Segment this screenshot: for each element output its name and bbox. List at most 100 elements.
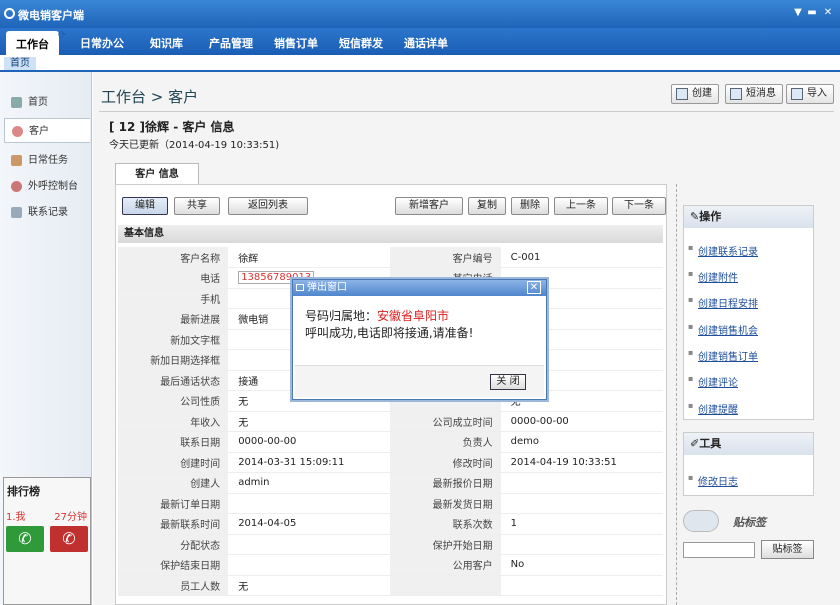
field-value: admin — [228, 472, 391, 494]
link-create-reminder[interactable]: 创建提醒 — [688, 401, 738, 416]
menu-daily-office[interactable]: 日常办公 — [80, 35, 124, 51]
field-label: 员工人数 — [118, 575, 229, 596]
link-create-sales-order[interactable]: 创建销售订单 — [688, 348, 758, 363]
field-value — [228, 493, 391, 514]
next-button[interactable]: 下一条 — [612, 197, 666, 215]
field-label: 电话 — [118, 267, 229, 289]
page-title: 工作台 > 客户 — [101, 88, 199, 106]
tag-input[interactable] — [683, 542, 755, 558]
sidebar-item-home[interactable]: 首页 — [4, 90, 90, 115]
wrench-icon: ✐ — [690, 437, 700, 450]
menu-products[interactable]: 产品管理 — [209, 35, 253, 51]
popup-title: 弹出窗口 — [307, 282, 347, 293]
user-icon — [12, 126, 23, 137]
operations-title: ✎操作 — [684, 206, 813, 228]
field-value — [228, 554, 391, 576]
main-menu: 工作台 日常办公 知识库 产品管理 销售订单 短信群发 通话详单 — [0, 28, 840, 55]
link-create-comment[interactable]: 创建评论 — [688, 374, 738, 389]
app-logo-icon — [4, 8, 15, 19]
import-button[interactable]: 导入 — [786, 84, 834, 104]
field-label: 保护开始日期 — [390, 534, 501, 555]
menu-sms[interactable]: 短信群发 — [339, 35, 383, 51]
create-icon — [676, 88, 688, 100]
close-icon[interactable]: ✕ — [822, 7, 834, 19]
sidebar-item-label: 首页 — [28, 97, 48, 108]
field-value: demo — [500, 431, 663, 453]
field-value: 2014-04-05 — [228, 513, 391, 535]
field-value: 徐辉 — [228, 247, 391, 268]
sticky-button[interactable]: 贴标签 — [761, 540, 814, 559]
location-label: 号码归属地： — [305, 309, 378, 323]
field-value — [500, 472, 663, 494]
tab-home[interactable]: 首页 — [4, 57, 36, 70]
back-to-list-button[interactable]: 返回列表 — [228, 197, 308, 215]
operations-title-text: 操作 — [699, 210, 722, 223]
link-create-contact-record[interactable]: 创建联系记录 — [688, 243, 758, 258]
minimize-icon[interactable]: ▬ — [806, 7, 818, 19]
sidebar-item-contact-records[interactable]: 联系记录 — [4, 200, 90, 225]
dropdown-icon[interactable]: ▼ — [792, 7, 804, 19]
create-button[interactable]: 创建 — [671, 84, 719, 104]
leaderboard: 排行榜 1.我 27分钟 ✆ ✆ — [3, 477, 91, 605]
user-icon — [11, 181, 22, 192]
field-label: 年收入 — [118, 411, 229, 432]
link-change-log[interactable]: 修改日志 — [688, 473, 738, 488]
tools-box: ✐工具 修改日志 — [683, 432, 814, 496]
field-value: 2014-04-19 10:33:51 — [500, 452, 663, 473]
field-label: 最新进展 — [118, 308, 229, 330]
refresh-icon[interactable]: ⟳ — [58, 30, 66, 41]
link-create-attachment[interactable]: 创建附件 — [688, 269, 738, 284]
sidebar-item-label: 客户 — [29, 126, 49, 137]
location-line: 号码归属地：安徽省阜阳市 — [305, 308, 473, 325]
field-label: 客户名称 — [118, 247, 229, 268]
sms-button[interactable]: 短消息 — [725, 84, 783, 104]
field-label: 修改时间 — [390, 452, 501, 473]
cloud-icon — [683, 510, 719, 532]
import-label: 导入 — [807, 88, 827, 99]
popup-close-icon[interactable]: ✕ — [527, 281, 541, 294]
link-create-opportunity[interactable]: 创建销售机会 — [688, 322, 758, 337]
popup-message: 号码归属地：安徽省阜阳市 呼叫成功,电话即将接通,请准备! — [305, 308, 473, 342]
popup-close-button[interactable]: 关 闭 — [490, 374, 526, 390]
popup-window: 弹出窗口 ✕ 号码归属地：安徽省阜阳市 呼叫成功,电话即将接通,请准备! 关 闭 — [292, 279, 547, 400]
add-customer-button[interactable]: 新增客户 — [395, 197, 463, 215]
sticky-tag: 贴标签 贴标签 — [683, 510, 814, 564]
prev-button[interactable]: 上一条 — [554, 197, 608, 215]
operations-box: ✎操作 创建联系记录 创建附件 创建日程安排 创建销售机会 创建销售订单 创建评… — [683, 205, 814, 420]
field-label: 分配状态 — [118, 534, 229, 555]
hangup-icon[interactable]: ✆ — [50, 526, 88, 552]
copy-button[interactable]: 复制 — [468, 197, 506, 215]
table-row: 分配状态 保护开始日期 — [118, 534, 663, 555]
section-header: 基本信息 — [118, 225, 663, 243]
field-value — [500, 534, 663, 555]
edit-button[interactable]: 编辑 — [122, 197, 168, 215]
menu-sales-orders[interactable]: 销售订单 — [274, 35, 318, 51]
table-row: 最新联系时间 2014-04-05 联系次数 1 — [118, 513, 663, 535]
column-divider — [676, 184, 677, 605]
field-label: 保护结束日期 — [118, 554, 229, 576]
field-value: 0000-00-00 — [228, 431, 391, 453]
sidebar-item-label: 日常任务 — [28, 155, 68, 166]
table-row: 客户名称 徐辉 客户编号 C-001 — [118, 247, 663, 268]
sidebar-item-outbound-console[interactable]: 外呼控制台 — [4, 174, 90, 199]
call-status-line: 呼叫成功,电话即将接通,请准备! — [305, 326, 474, 340]
menu-call-records[interactable]: 通话详单 — [404, 35, 448, 51]
sidebar-item-customers[interactable]: 客户 — [4, 118, 90, 143]
field-label: 创建时间 — [118, 452, 229, 473]
leaderboard-name: 1.我 — [6, 512, 26, 523]
share-button[interactable]: 共享 — [174, 197, 220, 215]
delete-button[interactable]: 删除 — [511, 197, 549, 215]
field-label: 公用客户 — [390, 554, 501, 576]
menu-workbench[interactable]: 工作台 — [6, 31, 59, 55]
sms-label: 短消息 — [746, 88, 776, 99]
menu-knowledge[interactable]: 知识库 — [150, 35, 183, 51]
sidebar-item-label: 联系记录 — [28, 207, 68, 218]
link-create-schedule[interactable]: 创建日程安排 — [688, 295, 758, 310]
users-icon — [11, 155, 22, 166]
call-icon[interactable]: ✆ — [6, 526, 44, 552]
contacts-icon — [11, 207, 22, 218]
create-label: 创建 — [692, 88, 712, 99]
sidebar-item-daily-tasks[interactable]: 日常任务 — [4, 148, 90, 173]
table-row: 年收入无公司成立时间 0000-00-00 — [118, 411, 663, 432]
tab-customer-info[interactable]: 客户 信息 — [115, 163, 199, 185]
